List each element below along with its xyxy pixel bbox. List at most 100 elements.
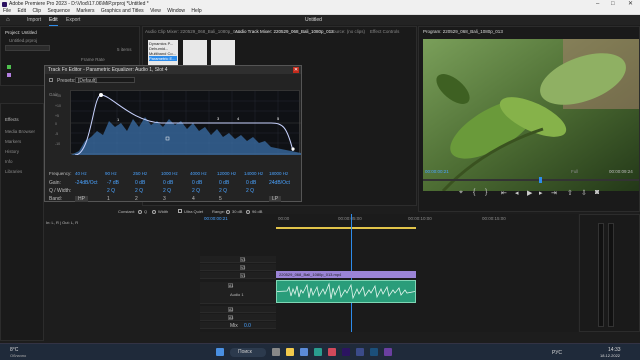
minimize-button[interactable]: – [596,0,599,8]
app-icon[interactable] [384,348,392,356]
freq-value[interactable]: 40 Hz [75,171,87,176]
eq-graph[interactable]: 1 3 4 5 [70,90,301,156]
eq-graph-svg[interactable]: 1 3 4 5 [71,91,301,156]
menu-sequence[interactable]: Sequence [47,8,70,14]
step-forward-icon[interactable]: ▸ [539,189,543,197]
ultra-quiet-checkbox[interactable] [178,209,182,213]
go-to-out-icon[interactable]: ⇥ [551,189,557,197]
menu-clip[interactable]: Clip [32,8,41,14]
extract-icon[interactable]: ⇩ [581,189,587,197]
band-button-1[interactable]: 1 [107,196,110,202]
mark-in-icon[interactable]: { [473,189,475,196]
effect-slot-empty[interactable] [183,40,207,66]
freq-value[interactable]: 90 Hz [105,171,117,176]
mark-out-icon[interactable]: } [485,189,487,196]
marker-icon[interactable]: ⌖ [459,189,463,197]
dialog-title-bar[interactable]: Track Fx Editor - Parametric Equalizer: … [45,66,301,74]
tab-media-browser[interactable]: Media Browser [5,129,35,134]
export-frame-icon[interactable]: ◙ [595,189,599,196]
constant-width[interactable]: Width [158,209,168,214]
tab-import[interactable]: Import [27,15,41,25]
start-icon[interactable] [216,348,224,356]
close-window-button[interactable]: ✕ [628,0,633,8]
tab-effects[interactable]: Effects [5,117,19,122]
tab-audio-clip-mixer[interactable]: Audio Clip Mixer: 220529_068_Bali_1080p_… [145,29,240,34]
input-language[interactable]: РУС [552,350,562,356]
tab-markers[interactable]: Markers [5,139,21,144]
program-scrubber[interactable] [423,177,639,183]
close-icon[interactable]: ✕ [293,67,299,73]
track-label[interactable]: V1 [240,273,245,278]
track-label[interactable]: V2 [240,265,245,270]
track-label[interactable]: A1 [228,283,233,288]
go-to-in-icon[interactable]: ⇤ [501,189,507,197]
tab-info[interactable]: Info [5,159,13,164]
eq-handle-3[interactable]: 3 [217,116,220,121]
band-button-5[interactable]: 5 [219,196,222,202]
work-area-bar[interactable] [276,227,416,229]
video-clip[interactable]: 220529_068_Bali_1080p_013.mp4 [276,271,416,278]
tab-audio-track-mixer[interactable]: Audio Track Mixer: 220529_068_Bali_1080p… [235,29,334,34]
gain-value[interactable]: -24dB/Oct [75,180,98,186]
freq-value[interactable]: 14000 Hz [244,171,263,176]
menu-help[interactable]: Help [191,8,201,14]
project-panel-title[interactable]: Project: Untitled [5,30,37,35]
app-icon[interactable] [314,348,322,356]
task-view-icon[interactable] [272,348,280,356]
tab-export[interactable]: Export [66,15,80,25]
program-fit-select[interactable]: Full [571,169,578,174]
freq-value[interactable]: 18000 Hz [269,171,288,176]
radio-width[interactable] [152,209,156,214]
radio-q[interactable] [138,209,142,214]
project-search-input[interactable] [5,45,50,51]
band-button-4[interactable]: 4 [192,196,195,202]
band-button-3[interactable]: 3 [163,196,166,202]
gain-value[interactable]: 0 dB [163,180,173,186]
gain-value[interactable]: 0 dB [135,180,145,186]
freq-value[interactable]: 4000 Hz [190,171,207,176]
playhead-marker[interactable] [539,177,542,183]
eq-handle-5[interactable]: 5 [277,116,280,121]
q-value[interactable]: 2 Q [219,188,227,194]
play-icon[interactable]: ▶ [527,189,532,197]
mix-value[interactable]: 0.0 [244,323,251,329]
gain-value[interactable]: -7 dB [107,180,119,186]
lift-icon[interactable]: ⇧ [567,189,573,197]
menu-window[interactable]: Window [167,8,185,14]
track-label[interactable]: A3 [228,315,233,320]
freq-value[interactable]: 12000 Hz [217,171,236,176]
gain-value[interactable]: 0 dB [192,180,202,186]
audition-icon[interactable] [370,348,378,356]
step-back-icon[interactable]: ◂ [515,189,519,197]
freq-value[interactable]: 250 Hz [133,171,147,176]
home-icon[interactable]: ⌂ [6,15,10,25]
eq-handle-lp[interactable] [291,147,295,151]
freq-value[interactable]: 1000 Hz [161,171,178,176]
eq-handle-4[interactable]: 4 [237,116,240,121]
tab-source[interactable]: Source: (no clips) [330,29,365,34]
q-value[interactable]: 2 Q [135,188,143,194]
explorer-icon[interactable] [286,348,294,356]
menu-edit[interactable]: Edit [17,8,26,14]
frame-rate-header[interactable]: Frame Rate [81,57,105,62]
power-icon[interactable] [49,78,53,82]
audio-clip[interactable] [276,280,416,303]
maximize-button[interactable]: □ [611,0,615,8]
effect-slot-empty[interactable] [211,40,235,66]
tab-libraries[interactable]: Libraries [5,169,22,174]
program-monitor-title[interactable]: Program: 220529_068_Bali_1080p_013 [423,29,503,34]
gain-value[interactable]: 24dB/Oct [269,180,290,186]
taskbar-search[interactable]: Поиск [230,348,266,357]
menu-graphics[interactable]: Graphics and Titles [101,8,144,14]
browser-icon[interactable] [300,348,308,356]
timeline-timecode[interactable]: 00:00:00:21 [204,216,228,221]
q-value[interactable]: 2 Q [192,188,200,194]
q-value[interactable]: 2 Q [163,188,171,194]
presets-select[interactable]: [Default] [75,77,135,84]
gain-value[interactable]: 0 dB [246,180,256,186]
tab-effect-controls[interactable]: Effect Controls [370,29,399,34]
track-label[interactable]: V3 [240,257,245,262]
gain-value[interactable]: 0 dB [219,180,229,186]
premiere-taskbar-icon[interactable] [342,348,350,356]
tab-history[interactable]: History [5,149,19,154]
